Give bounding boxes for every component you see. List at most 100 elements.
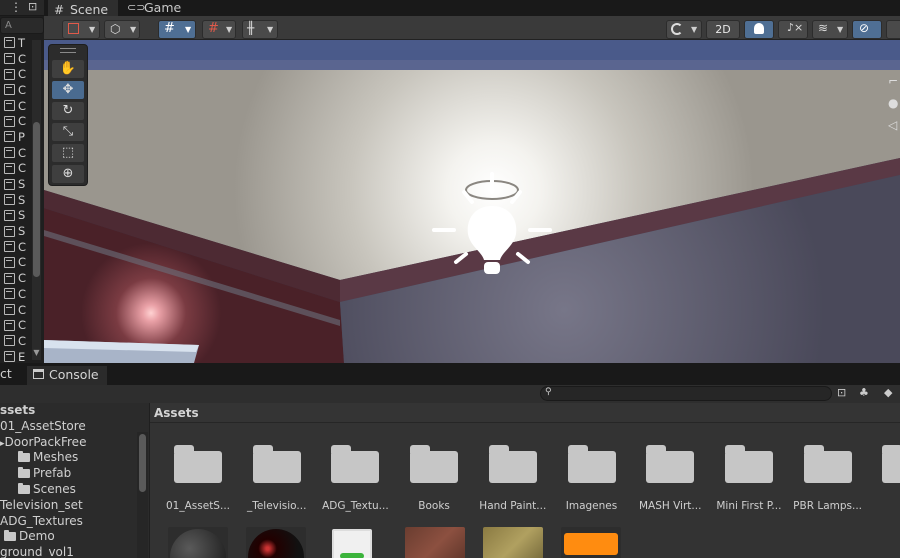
- rust-texture-thumb[interactable]: [405, 527, 465, 558]
- tree-root[interactable]: ssets: [0, 403, 149, 419]
- panel-drag-handle[interactable]: [60, 48, 76, 53]
- tree-item[interactable]: Meshes: [0, 450, 149, 466]
- increment-snap-dropdown[interactable]: # ▼: [202, 20, 236, 39]
- grass-texture-thumb[interactable]: [483, 527, 543, 558]
- lighting-toggle-button[interactable]: [744, 20, 774, 39]
- hierarchy-item-label: C: [18, 145, 27, 160]
- material-sphere-red-thumb[interactable]: [246, 527, 306, 558]
- tree-item-label: 01_AssetStore: [0, 418, 86, 433]
- hierarchy-item[interactable]: C: [0, 302, 30, 318]
- material-sphere-thumb[interactable]: [168, 527, 228, 558]
- hand-tool-button[interactable]: ✋: [52, 60, 84, 78]
- folder-icon[interactable]: [646, 445, 695, 483]
- render-mode-dropdown[interactable]: ⬡ ▼: [104, 20, 140, 39]
- hierarchy-item[interactable]: C: [0, 255, 30, 271]
- hierarchy-search-input[interactable]: A: [0, 17, 44, 34]
- folder-icon[interactable]: [803, 445, 852, 483]
- tree-item[interactable]: Prefab: [0, 466, 149, 482]
- breadcrumb-assets[interactable]: Assets: [154, 406, 199, 420]
- orange-texture-thumb[interactable]: [561, 527, 621, 558]
- chevron-down-icon: ▼: [226, 25, 233, 34]
- effects-dropdown[interactable]: ≋ ▼: [812, 20, 848, 39]
- gizmos-dropdown[interactable]: [886, 20, 900, 39]
- visibility-toggle-button[interactable]: ⊘: [852, 20, 882, 39]
- grid-snap-toggle[interactable]: # ▼: [158, 20, 196, 39]
- move-tool-button[interactable]: ✥: [52, 81, 84, 99]
- light-bulb-icon[interactable]: [426, 170, 556, 280]
- folder-icon[interactable]: [567, 445, 616, 483]
- folder-icon[interactable]: [724, 445, 773, 483]
- tree-item[interactable]: 01_AssetStore: [0, 419, 149, 435]
- lock-icon[interactable]: ⊡: [28, 0, 37, 13]
- hierarchy-item[interactable]: C: [0, 113, 30, 129]
- folder-icon[interactable]: [410, 445, 459, 483]
- tab-game[interactable]: ⊂⊃ Game: [122, 0, 191, 16]
- tab-scene[interactable]: # Scene: [48, 0, 119, 17]
- chevron-down-icon: ▼: [89, 25, 96, 34]
- rect-tool-button[interactable]: ⬚: [52, 144, 84, 162]
- tree-item[interactable]: Demo: [0, 529, 149, 545]
- tree-item[interactable]: ground_vol1: [0, 545, 149, 558]
- gameobject-cube-icon: [4, 100, 15, 112]
- transform-tool-button[interactable]: ⊕: [52, 165, 84, 183]
- tree-item[interactable]: Scenes: [0, 482, 149, 498]
- hierarchy-item[interactable]: S: [0, 176, 30, 192]
- folder-label: ADG_Textu...: [322, 500, 389, 512]
- gameobject-cube-icon: [4, 194, 15, 206]
- orientation-gizmo[interactable]: ⌐ ● ◁: [888, 70, 900, 140]
- hierarchy-item[interactable]: C: [0, 270, 30, 286]
- rotate-tool-button[interactable]: ↻: [52, 102, 84, 120]
- tree-item[interactable]: ▸DoorPackFree: [0, 435, 149, 451]
- folder-icon[interactable]: [331, 445, 380, 483]
- lighting-overlay-dropdown[interactable]: ▼: [666, 20, 702, 39]
- gameobject-cube-icon: [4, 241, 15, 253]
- draw-mode-dropdown[interactable]: ▼: [62, 20, 100, 39]
- align-dropdown[interactable]: ╫ ▼: [242, 20, 278, 39]
- hierarchy-item-label: S: [18, 224, 26, 239]
- add-icon[interactable]: ⋮: [10, 0, 22, 14]
- asset-labels-icon[interactable]: ♣: [859, 386, 869, 399]
- scroll-down-icon[interactable]: ▼: [32, 348, 41, 358]
- hierarchy-item[interactable]: S: [0, 208, 30, 224]
- tab-console[interactable]: Console: [27, 366, 107, 385]
- script-file-thumb[interactable]: [330, 527, 390, 558]
- 2d-toggle-button[interactable]: 2D: [706, 20, 740, 39]
- tree-item-label: ground_vol1: [0, 545, 74, 558]
- tree-scroll-thumb[interactable]: [139, 434, 146, 492]
- folder-icon[interactable]: [252, 445, 301, 483]
- hierarchy-item-label: C: [18, 318, 27, 333]
- project-search-input[interactable]: ⚲: [540, 386, 832, 401]
- hierarchy-item[interactable]: C: [0, 239, 30, 255]
- gameobject-cube-icon: [4, 53, 15, 65]
- tag-icon[interactable]: ◆: [884, 386, 892, 399]
- hierarchy-item[interactable]: S: [0, 223, 30, 239]
- hierarchy-item[interactable]: C: [0, 51, 30, 67]
- hierarchy-item[interactable]: C: [0, 161, 30, 177]
- tree-item[interactable]: Television_set: [0, 498, 149, 514]
- hierarchy-item[interactable]: C: [0, 82, 30, 98]
- hierarchy-item[interactable]: T: [0, 35, 30, 51]
- hierarchy-item[interactable]: C: [0, 333, 30, 349]
- hierarchy-item[interactable]: P: [0, 129, 30, 145]
- search-by-type-icon[interactable]: ⊡: [837, 386, 846, 399]
- hierarchy-item[interactable]: C: [0, 317, 30, 333]
- hierarchy-item[interactable]: C: [0, 98, 30, 114]
- hierarchy-scroll-thumb[interactable]: [33, 122, 40, 277]
- audio-toggle-button[interactable]: ♪×: [778, 20, 808, 39]
- hierarchy-item[interactable]: C: [0, 145, 30, 161]
- tree-item[interactable]: ADG_Textures: [0, 514, 149, 530]
- folder-icon[interactable]: [488, 445, 537, 483]
- hierarchy-item[interactable]: S: [0, 192, 30, 208]
- scene-viewport[interactable]: ⌐ ● ◁: [44, 40, 900, 363]
- folder-label: Imagenes: [565, 500, 618, 512]
- lower-tab-bar: [0, 363, 900, 385]
- folder-icon: [4, 530, 16, 542]
- folder-icon[interactable]: [882, 445, 900, 483]
- hierarchy-item[interactable]: C: [0, 66, 30, 82]
- folder-icon[interactable]: [174, 445, 222, 483]
- tree-item-label: DoorPackFree: [4, 434, 87, 449]
- hierarchy-item[interactable]: C: [0, 286, 30, 302]
- tab-project[interactable]: ct: [0, 366, 12, 385]
- hierarchy-item[interactable]: E: [0, 349, 30, 363]
- scale-tool-button[interactable]: ⤡: [52, 123, 84, 141]
